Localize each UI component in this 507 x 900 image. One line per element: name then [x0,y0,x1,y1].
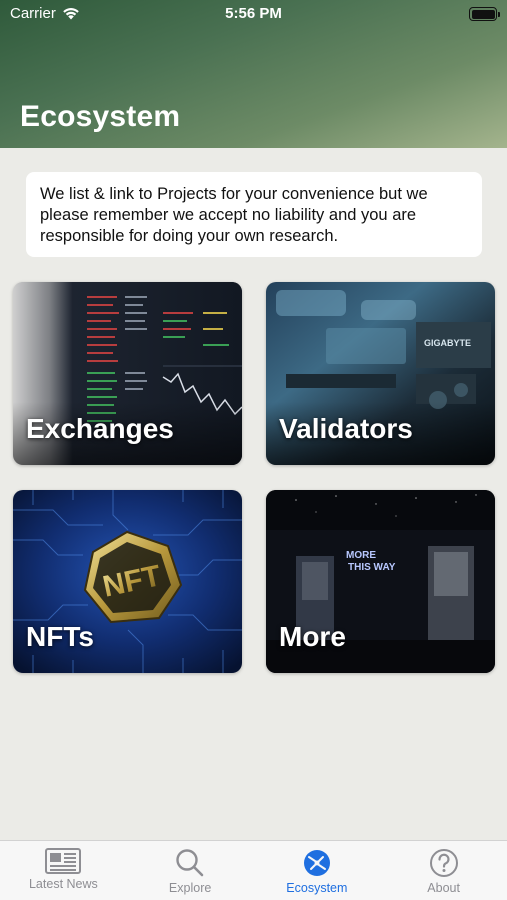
tab-ecosystem[interactable]: Ecosystem [254,841,381,900]
carrier-label: Carrier [10,5,56,22]
tab-about[interactable]: About [380,841,507,900]
status-bar: Carrier 5:56 PM [0,0,507,28]
nfts-label: NFTs [26,621,94,652]
header: Carrier 5:56 PM Ecosystem [0,0,507,148]
validators-label: Validators [279,413,413,444]
more-card[interactable]: MORE THIS WAY More [266,490,495,673]
tab-latest-news[interactable]: Latest News [0,841,127,900]
globe-icon [303,850,330,876]
tab-explore-label: Explore [168,881,212,895]
gigabyte-logo: GIGABYTE [424,338,471,348]
page-title: Ecosystem [20,100,181,133]
carrier-indicator: Carrier [10,5,80,22]
battery-icon [469,7,500,21]
magnifier-icon [176,849,204,877]
tab-ecosystem-label: Ecosystem [286,881,348,895]
tab-about-label: About [427,881,460,895]
neon-line-1: MORE [346,550,376,561]
tab-latest-news-label: Latest News [28,877,98,891]
validators-card[interactable]: GIGABYTE Validators [266,282,495,465]
disclaimer-text: We list & link to Projects for your conv… [40,185,428,245]
neon-line-2: THIS WAY [348,562,396,573]
tab-explore[interactable]: Explore [127,841,254,900]
wifi-icon [63,8,79,20]
newspaper-icon [45,848,82,874]
disclaimer-box: We list & link to Projects for your conv… [26,172,482,257]
exchanges-card[interactable]: Exchanges [13,282,242,465]
tab-bar: Latest News Explore Ecosystem About [0,840,507,900]
more-label: More [279,621,346,652]
app-screen: Carrier 5:56 PM Ecosystem We list & link… [0,0,507,900]
question-circle-icon [429,849,458,877]
nfts-card[interactable]: NFT NFTs [13,490,242,673]
exchanges-label: Exchanges [26,413,174,444]
